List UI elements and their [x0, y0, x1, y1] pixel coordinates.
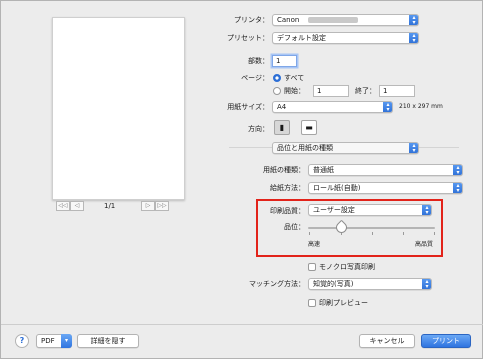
pages-from-field[interactable]: 1 [313, 85, 349, 97]
presets-value: デフォルト設定 [277, 34, 326, 42]
matching-popup[interactable]: 知覚的(写真) ▴ ▾ [308, 278, 432, 290]
page-indicator: 1/1 [104, 202, 116, 210]
section-popup-value: 品位と用紙の種類 [277, 144, 333, 152]
first-page-button[interactable]: ◁◁ [56, 201, 70, 211]
pages-to-label: 終了： [355, 87, 376, 95]
print-quality-value: ユーザー設定 [313, 206, 355, 214]
quality-slider-track[interactable] [308, 227, 435, 229]
chevron-updown-icon: ▴ ▾ [422, 279, 431, 289]
presets-label: プリセット： [227, 34, 269, 42]
pages-range-radio[interactable] [273, 87, 281, 95]
copies-field[interactable]: 1 [272, 55, 297, 67]
section-popup[interactable]: 品位と用紙の種類 ▴ ▾ [272, 142, 419, 154]
hide-details-button[interactable]: 詳細を隠す [77, 334, 139, 348]
pdf-label: PDF [41, 337, 55, 345]
chevron-down-icon: ▾ [61, 334, 72, 348]
quality-slider-label: 品位： [284, 223, 305, 231]
pages-from-label: 開始： [284, 87, 305, 95]
pages-to-field[interactable]: 1 [379, 85, 415, 97]
next-page-button[interactable]: ▷ [141, 201, 155, 211]
chevron-updown-icon: ▴ ▾ [409, 33, 418, 43]
page-preview [52, 17, 185, 200]
printer-label: プリンタ： [234, 16, 269, 24]
footer-divider [1, 324, 483, 325]
printer-value: Canon [277, 16, 300, 24]
paper-source-value: ロール紙(自動) [313, 184, 361, 192]
paper-size-value: A4 [277, 103, 287, 111]
matching-value: 知覚的(写真) [313, 280, 354, 288]
cancel-button[interactable]: キャンセル [359, 334, 415, 348]
help-icon[interactable]: ? [15, 334, 29, 348]
media-type-value: 普通紙 [313, 166, 334, 174]
chevron-updown-icon: ▴ ▾ [422, 205, 431, 215]
media-type-label: 用紙の種類： [263, 166, 305, 174]
print-quality-label: 印刷品質： [270, 207, 305, 215]
slider-tick [309, 232, 310, 235]
paper-source-popup[interactable]: ロール紙(自動) ▴ ▾ [308, 182, 463, 194]
chevron-updown-icon: ▴ ▾ [453, 183, 462, 193]
print-preview-label: 印刷プレビュー [319, 299, 368, 307]
matching-label: マッチング方法： [249, 280, 305, 288]
copies-label: 部数： [248, 57, 269, 65]
print-dialog: ◁◁ ◁ 1/1 ▷ ▷▷ プリンタ： Canon ▴ ▾ プリセット： デフォル… [0, 0, 483, 359]
redacted-printer-name [308, 17, 358, 23]
chevron-updown-icon: ▴ ▾ [453, 165, 462, 175]
paper-size-label: 用紙サイズ： [227, 103, 269, 111]
print-quality-popup[interactable]: ユーザー設定 ▴ ▾ [308, 204, 432, 216]
paper-size-popup[interactable]: A4 ▴ ▾ [272, 101, 393, 113]
chevron-updown-icon: ▴ ▾ [409, 143, 418, 153]
slider-tick [372, 232, 373, 235]
media-type-popup[interactable]: 普通紙 ▴ ▾ [308, 164, 463, 176]
quality-max-label: 高品質 [415, 241, 434, 248]
chevron-updown-icon: ▴ ▾ [409, 15, 418, 25]
pages-all-radio[interactable] [273, 74, 281, 82]
paper-dimensions: 210 x 297 mm [399, 103, 443, 110]
prev-page-button[interactable]: ◁ [70, 201, 84, 211]
grayscale-label: モノクロ写真印刷 [319, 263, 375, 271]
print-button[interactable]: プリント [421, 334, 471, 348]
portrait-icon[interactable]: ▮ [274, 120, 290, 135]
print-preview-checkbox[interactable] [308, 299, 316, 307]
paper-source-label: 給紙方法： [270, 184, 305, 192]
chevron-updown-icon: ▴ ▾ [383, 102, 392, 112]
landscape-icon[interactable]: ▬ [301, 120, 317, 135]
slider-tick [403, 232, 404, 235]
presets-popup[interactable]: デフォルト設定 ▴ ▾ [272, 32, 419, 44]
last-page-button[interactable]: ▷▷ [155, 201, 169, 211]
orientation-label: 方向： [248, 125, 269, 133]
pages-all-label: すべて [284, 74, 305, 82]
pdf-menu-button[interactable]: PDF ▾ [36, 334, 72, 348]
quality-min-label: 高速 [308, 241, 321, 248]
pages-label: ページ： [241, 74, 269, 82]
grayscale-checkbox[interactable] [308, 263, 316, 271]
printer-popup[interactable]: Canon ▴ ▾ [272, 14, 419, 26]
slider-tick [434, 232, 435, 235]
